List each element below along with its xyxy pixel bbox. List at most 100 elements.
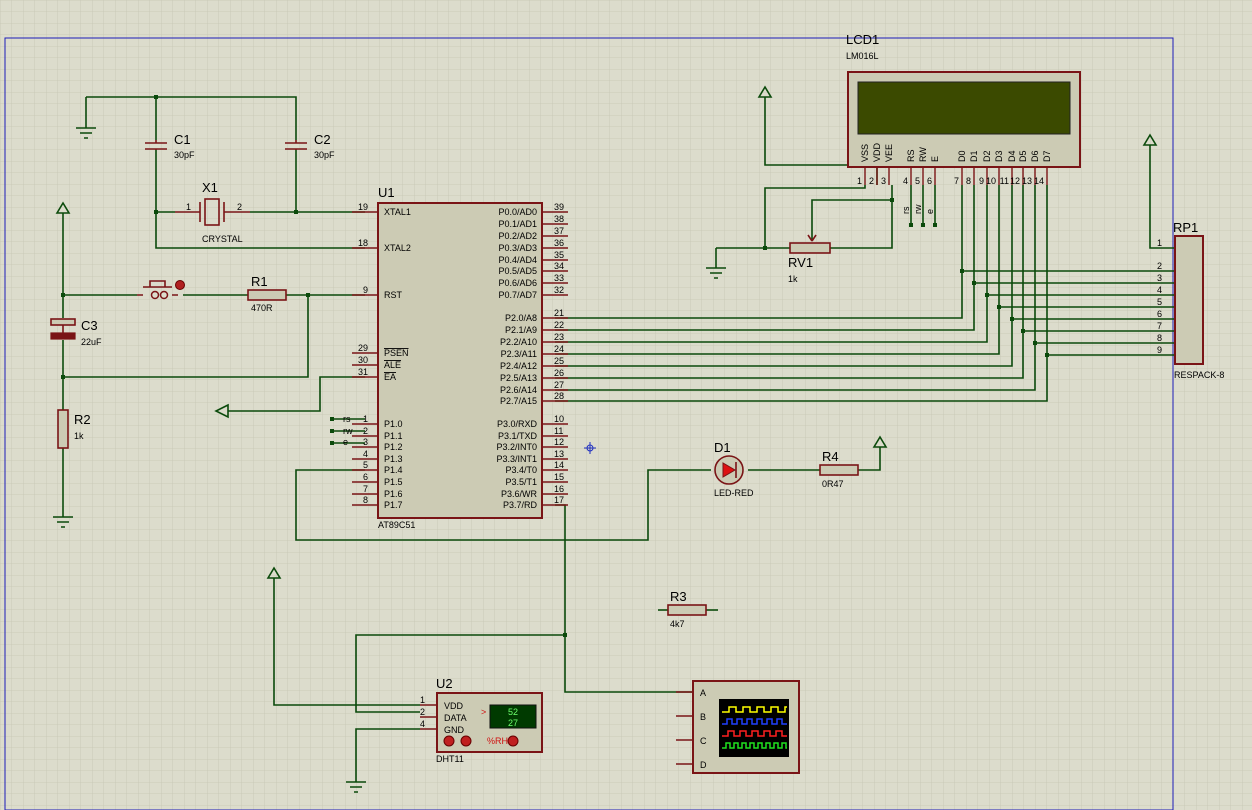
- u2-button-rh[interactable]: [507, 735, 519, 747]
- lcd-pin-name: D4: [1007, 150, 1017, 162]
- u2-pin1-name: VDD: [444, 701, 464, 711]
- lcd-pin-name: VDD: [872, 142, 882, 162]
- mcu-pin-name: P0.1/AD1: [498, 219, 537, 229]
- u2-humidity: 52: [508, 707, 518, 717]
- mcu-pin-number: 28: [554, 391, 564, 401]
- mcu-pin-number: 5: [363, 460, 368, 470]
- mcu-pin-name: P3.6/WR: [501, 489, 538, 499]
- mcu-pin-name: P2.0/A8: [505, 313, 537, 323]
- mcu-pin-number: 3: [363, 437, 368, 447]
- mcu-pin-number: 14: [554, 460, 564, 470]
- mcu-pin-name: P2.1/A9: [505, 325, 537, 335]
- mcu-pin-number: 24: [554, 344, 564, 354]
- mcu-ref: U1: [378, 185, 395, 200]
- rp1-pin-number: 7: [1157, 321, 1162, 331]
- mcu-pin-number: 35: [554, 250, 564, 260]
- mcu-pin-name: P1.4: [384, 465, 403, 475]
- mcu-pin-number: 10: [554, 414, 564, 424]
- mcu-pin-name: P0.6/AD6: [498, 278, 537, 288]
- r1-ref: R1: [251, 274, 268, 289]
- lcd-pin-name: D6: [1030, 150, 1040, 162]
- lcd-pin-name: D0: [957, 150, 967, 162]
- mcu-pin-number: 7: [363, 484, 368, 494]
- lcd-pin-name: D1: [969, 150, 979, 162]
- mcu-right-pins: 39 P0.0/AD0 38 P0.1/AD1 37 P0.2/AD2 36 P0.3/AD3…: [496, 202, 568, 510]
- u2-ref: U2: [436, 676, 453, 691]
- lcd-pin-name: VEE: [884, 144, 894, 162]
- mcu-pin-number: 37: [554, 226, 564, 236]
- lcd-pin-number: 11: [1000, 176, 1009, 186]
- rp1-pin-number: 6: [1157, 309, 1162, 319]
- mcu-model: AT89C51: [378, 520, 415, 530]
- mcu-pin-number: 29: [358, 343, 368, 353]
- oscilloscope[interactable]: A B C D: [676, 680, 800, 774]
- mcu-pin-name: XTAL1: [384, 207, 411, 217]
- x1-pin2: 2: [237, 202, 242, 212]
- rp1-value: RESPACK-8: [1174, 370, 1224, 380]
- lcd-pin-name: VSS: [860, 144, 870, 162]
- lcd-pin-number: 13: [1022, 176, 1032, 186]
- lcd-pin-name: D2: [982, 150, 992, 162]
- u2-pin4-num: 4: [420, 719, 425, 729]
- rp1-pin-number: 8: [1157, 333, 1162, 343]
- lcd-pin-name: E: [930, 156, 940, 162]
- c2-value: 30pF: [314, 150, 335, 160]
- net-label: rw: [343, 426, 353, 436]
- net-label: e: [925, 209, 935, 214]
- mcu-pin-number: 31: [358, 367, 368, 377]
- mcu-pin-number: 8: [363, 495, 368, 505]
- u2-unit-label: %RH: [487, 736, 508, 746]
- schematic-sheet[interactable]: U1 AT89C51 19 XTAL118 XTAL29 RST29 PSEN30 ALE…: [0, 0, 1252, 810]
- lcd-pin-number: 12: [1010, 176, 1020, 186]
- mcu-pin-name: P3.2/INT0: [496, 442, 537, 452]
- mcu-pin-name: P2.4/A12: [500, 361, 537, 371]
- rp1-pin-number: 9: [1157, 345, 1162, 355]
- lcd-pin-name: RW: [918, 147, 928, 162]
- net-label: rw: [913, 204, 923, 214]
- c3-value: 22uF: [81, 337, 102, 347]
- lcd-model: LM016L: [846, 51, 879, 61]
- lcd-pin-name: RS: [906, 149, 916, 162]
- mcu-pin-number: 13: [554, 449, 564, 459]
- mcu-pin-name: P2.3/A11: [501, 349, 537, 359]
- u2-temperature: 27: [508, 718, 518, 728]
- mcu-pin-name: P2.6/A14: [500, 385, 537, 395]
- lcd-pin-number: 9: [979, 176, 984, 186]
- scope-channel-a: A: [700, 688, 706, 698]
- mcu-pin-name: P1.2: [384, 442, 403, 452]
- u2-button-up[interactable]: [460, 735, 472, 747]
- mcu-pin-number: 36: [554, 238, 564, 248]
- rp1-pin-number: 4: [1157, 285, 1162, 295]
- mcu-pin-name: EA: [384, 372, 396, 382]
- mcu-pin-name: P1.1: [384, 431, 403, 441]
- mcu-pin-number: 26: [554, 368, 564, 378]
- mcu-pin-name: P0.4/AD4: [498, 255, 537, 265]
- u2-pin1-num: 1: [420, 695, 425, 705]
- mcu-pin-number: 18: [358, 238, 368, 248]
- mcu-pin-name: P0.3/AD3: [498, 243, 537, 253]
- mcu-pin-name: P3.5/T1: [505, 477, 537, 487]
- lcd-pin-name: D7: [1042, 150, 1052, 162]
- x1-pin1: 1: [186, 202, 191, 212]
- mcu-pin-number: 30: [358, 355, 368, 365]
- mcu-pin-number: 21: [554, 308, 564, 318]
- mcu-pin-number: 16: [554, 484, 564, 494]
- lcd-pin-number: 2: [869, 176, 874, 186]
- mcu-pin-name: XTAL2: [384, 243, 411, 253]
- lcd-ref: LCD1: [846, 32, 879, 47]
- mcu-pin-number: 15: [554, 472, 564, 482]
- mcu-pin-number: 27: [554, 380, 564, 390]
- mcu-pin-name: P1.3: [384, 454, 403, 464]
- mcu-pin-number: 32: [554, 285, 564, 295]
- u2-button-down[interactable]: [443, 735, 455, 747]
- mcu-pin-number: 22: [554, 320, 564, 330]
- mcu-pin-name: P1.7: [384, 500, 403, 510]
- x1-ref: X1: [202, 180, 218, 195]
- r3-value: 4k7: [670, 619, 685, 629]
- mcu-pin-name: P1.6: [384, 489, 403, 499]
- mcu-pin-number: 17: [554, 495, 564, 505]
- mcu-pin-name: P0.5/AD5: [498, 266, 537, 276]
- mcu-pin-name: P1.5: [384, 477, 403, 487]
- mcu-pin-name: P3.1/TXD: [498, 431, 538, 441]
- mcu-pin-number: 4: [363, 449, 368, 459]
